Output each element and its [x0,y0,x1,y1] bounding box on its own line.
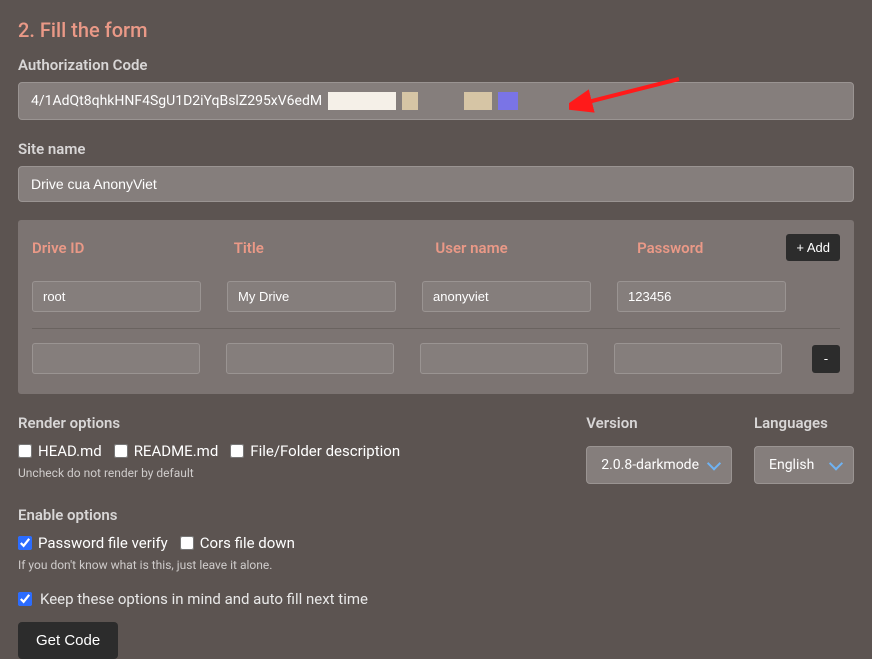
redaction-block [498,92,518,110]
drive-title-input[interactable] [226,343,394,374]
remove-drive-button[interactable]: - [812,345,840,373]
file-desc-checkbox-input[interactable] [230,444,244,458]
drive-user-header: User name [435,239,611,257]
file-desc-checkbox[interactable]: File/Folder description [230,442,400,460]
enable-options-heading: Enable options [18,506,854,524]
languages-select[interactable]: English [754,446,854,484]
version-value: 2.0.8-darkmode [601,457,699,473]
drive-pass-header: Password [637,239,786,257]
drive-row [32,275,840,318]
redaction-block [464,92,492,110]
drives-panel: Drive ID Title User name Password + Add … [18,220,854,394]
languages-value: English [769,457,814,473]
readme-md-checkbox-input[interactable] [114,444,128,458]
version-select[interactable]: 2.0.8-darkmode [586,446,732,484]
drive-id-input[interactable] [32,281,201,312]
auth-code-label: Authorization Code [18,56,854,74]
section-heading: 2. Fill the form [18,18,854,42]
enable-hint: If you don't know what is this, just lea… [18,558,854,572]
add-drive-button[interactable]: + Add [786,234,840,261]
drive-id-header: Drive ID [32,239,208,257]
languages-label: Languages [754,414,854,432]
drive-user-input[interactable] [420,343,588,374]
readme-md-checkbox[interactable]: README.md [114,442,219,460]
get-code-button[interactable]: Get Code [18,622,118,659]
keep-options-checkbox[interactable] [18,592,32,606]
password-verify-label: Password file verify [38,534,168,552]
head-md-label: HEAD.md [38,442,102,460]
drive-id-input[interactable] [32,343,200,374]
auth-code-value: 4/1AdQt8qhkHNF4SgU1D2iYqBslZ295xV6edM [31,93,322,109]
keep-options-label: Keep these options in mind and auto fill… [40,590,368,608]
password-verify-checkbox[interactable]: Password file verify [18,534,168,552]
drive-title-header: Title [234,239,410,257]
redaction-block [328,92,396,110]
annotation-arrow-icon [569,77,689,127]
site-name-label: Site name [18,140,854,158]
drive-title-input[interactable] [227,281,396,312]
head-md-checkbox[interactable]: HEAD.md [18,442,102,460]
render-options-heading: Render options [18,414,568,432]
drive-row: - [32,328,840,380]
password-verify-checkbox-input[interactable] [18,536,32,550]
cors-checkbox-input[interactable] [180,536,194,550]
version-label: Version [586,414,732,432]
drive-user-input[interactable] [422,281,591,312]
file-desc-label: File/Folder description [250,442,400,460]
drive-pass-input[interactable] [614,343,782,374]
cors-checkbox[interactable]: Cors file down [180,534,295,552]
auth-code-input[interactable]: 4/1AdQt8qhkHNF4SgU1D2iYqBslZ295xV6edM [18,82,854,120]
head-md-checkbox-input[interactable] [18,444,32,458]
render-hint: Uncheck do not render by default [18,466,568,480]
readme-md-label: README.md [134,442,219,460]
drive-pass-input[interactable] [617,281,786,312]
redaction-block [402,92,418,110]
site-name-input[interactable] [18,166,854,202]
cors-label: Cors file down [200,534,295,552]
